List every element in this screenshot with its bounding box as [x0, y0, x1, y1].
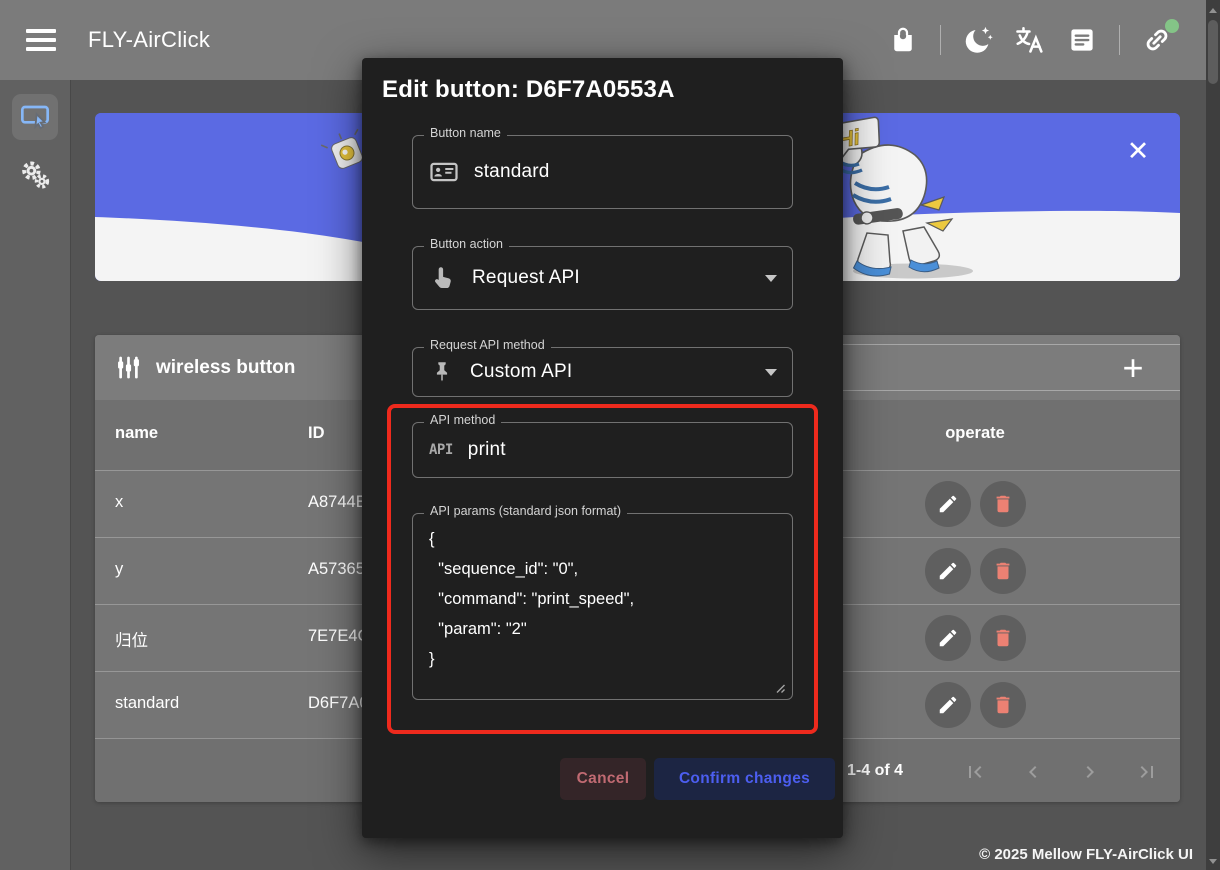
- link-status-icon[interactable]: [1136, 19, 1178, 61]
- connection-status-dot: [1165, 19, 1179, 33]
- button-name-label: Button name: [424, 126, 507, 140]
- edit-button-dialog: Edit button: D6F7A0553A Button name stan…: [362, 58, 843, 838]
- panel-title: wireless button: [156, 357, 295, 379]
- app-title: FLY-AirClick: [88, 27, 210, 53]
- trash-icon: [992, 493, 1014, 515]
- button-action-label: Button action: [424, 237, 509, 251]
- sidebar-item-settings[interactable]: [12, 152, 58, 198]
- first-page-icon[interactable]: [955, 752, 995, 792]
- pencil-icon: [937, 560, 959, 582]
- api-method-label: API method: [424, 413, 501, 427]
- button-name-field[interactable]: Button name standard: [412, 135, 793, 209]
- row-name: y: [115, 560, 123, 579]
- topbar-actions: [882, 19, 1178, 61]
- pencil-icon: [937, 627, 959, 649]
- gear-icon: [19, 159, 51, 191]
- push-pin-icon: [429, 359, 455, 385]
- topbar-divider: [940, 25, 941, 55]
- request-api-method-value: Custom API: [470, 361, 572, 383]
- sidebar-item-remote-buttons[interactable]: [12, 94, 58, 140]
- api-method-field[interactable]: API method API print: [412, 422, 793, 478]
- trash-icon: [992, 694, 1014, 716]
- delete-button[interactable]: [980, 548, 1026, 594]
- request-api-method-label: Request API method: [424, 338, 551, 352]
- sliders-icon: [115, 354, 142, 381]
- api-params-value[interactable]: { "sequence_id": "0", "command": "print_…: [413, 514, 792, 699]
- trash-icon: [992, 560, 1014, 582]
- remote-click-icon: [19, 101, 51, 133]
- api-params-textarea[interactable]: API params (standard json format) { "seq…: [412, 513, 793, 700]
- article-icon[interactable]: [1061, 19, 1103, 61]
- scroll-down-icon[interactable]: [1209, 859, 1217, 864]
- next-page-icon[interactable]: [1070, 752, 1110, 792]
- badge-icon: [429, 157, 459, 187]
- confirm-changes-button[interactable]: Confirm changes: [654, 758, 835, 800]
- touch-hand-icon: [429, 264, 457, 292]
- edit-button[interactable]: [925, 481, 971, 527]
- row-id: A8744E: [308, 493, 367, 512]
- col-operate: operate: [875, 424, 1075, 443]
- resize-handle-icon[interactable]: [773, 681, 786, 694]
- delete-button[interactable]: [980, 682, 1026, 728]
- api-method-value: print: [468, 439, 506, 461]
- add-button[interactable]: +: [1108, 345, 1158, 391]
- pagination-label: 1-4 of 4: [847, 762, 903, 780]
- translate-icon[interactable]: [1009, 19, 1051, 61]
- button-action-value: Request API: [472, 267, 580, 289]
- dark-mode-icon[interactable]: [957, 19, 999, 61]
- cancel-button[interactable]: Cancel: [560, 758, 646, 800]
- last-page-icon[interactable]: [1127, 752, 1167, 792]
- button-action-select[interactable]: Button action Request API: [412, 246, 793, 310]
- row-name: standard: [115, 694, 179, 713]
- api-icon: API: [429, 442, 453, 458]
- delete-button[interactable]: [980, 481, 1026, 527]
- scrollbar-thumb[interactable]: [1208, 20, 1218, 84]
- row-id: 7E7E4C: [308, 627, 369, 646]
- sidebar: [0, 80, 71, 870]
- chevron-down-icon: [765, 369, 777, 376]
- footer-copyright: © 2025 Mellow FLY-AirClick UI: [979, 846, 1193, 863]
- row-id: A57365: [308, 560, 365, 579]
- pencil-icon: [937, 694, 959, 716]
- row-name: 归位: [115, 627, 148, 651]
- shopping-bag-icon[interactable]: [882, 19, 924, 61]
- row-name: x: [115, 493, 123, 512]
- row-id: D6F7A0: [308, 694, 369, 713]
- pencil-icon: [937, 493, 959, 515]
- col-id: ID: [308, 424, 325, 443]
- trash-icon: [992, 627, 1014, 649]
- prev-page-icon[interactable]: [1013, 752, 1053, 792]
- col-name: name: [115, 424, 158, 443]
- scroll-up-icon[interactable]: [1209, 8, 1217, 13]
- dialog-title: Edit button: D6F7A0553A: [382, 76, 675, 104]
- chevron-down-icon: [765, 275, 777, 282]
- page-scrollbar[interactable]: [1206, 0, 1220, 870]
- topbar-divider: [1119, 25, 1120, 55]
- button-name-value: standard: [474, 161, 550, 183]
- api-params-label: API params (standard json format): [424, 504, 627, 518]
- edit-button[interactable]: [925, 548, 971, 594]
- edit-button[interactable]: [925, 682, 971, 728]
- app-root: FLY-AirClick: [0, 0, 1220, 870]
- menu-icon[interactable]: [26, 23, 66, 57]
- edit-button[interactable]: [925, 615, 971, 661]
- banner-close-icon[interactable]: ✕: [1120, 133, 1156, 169]
- delete-button[interactable]: [980, 615, 1026, 661]
- request-api-method-select[interactable]: Request API method Custom API: [412, 347, 793, 397]
